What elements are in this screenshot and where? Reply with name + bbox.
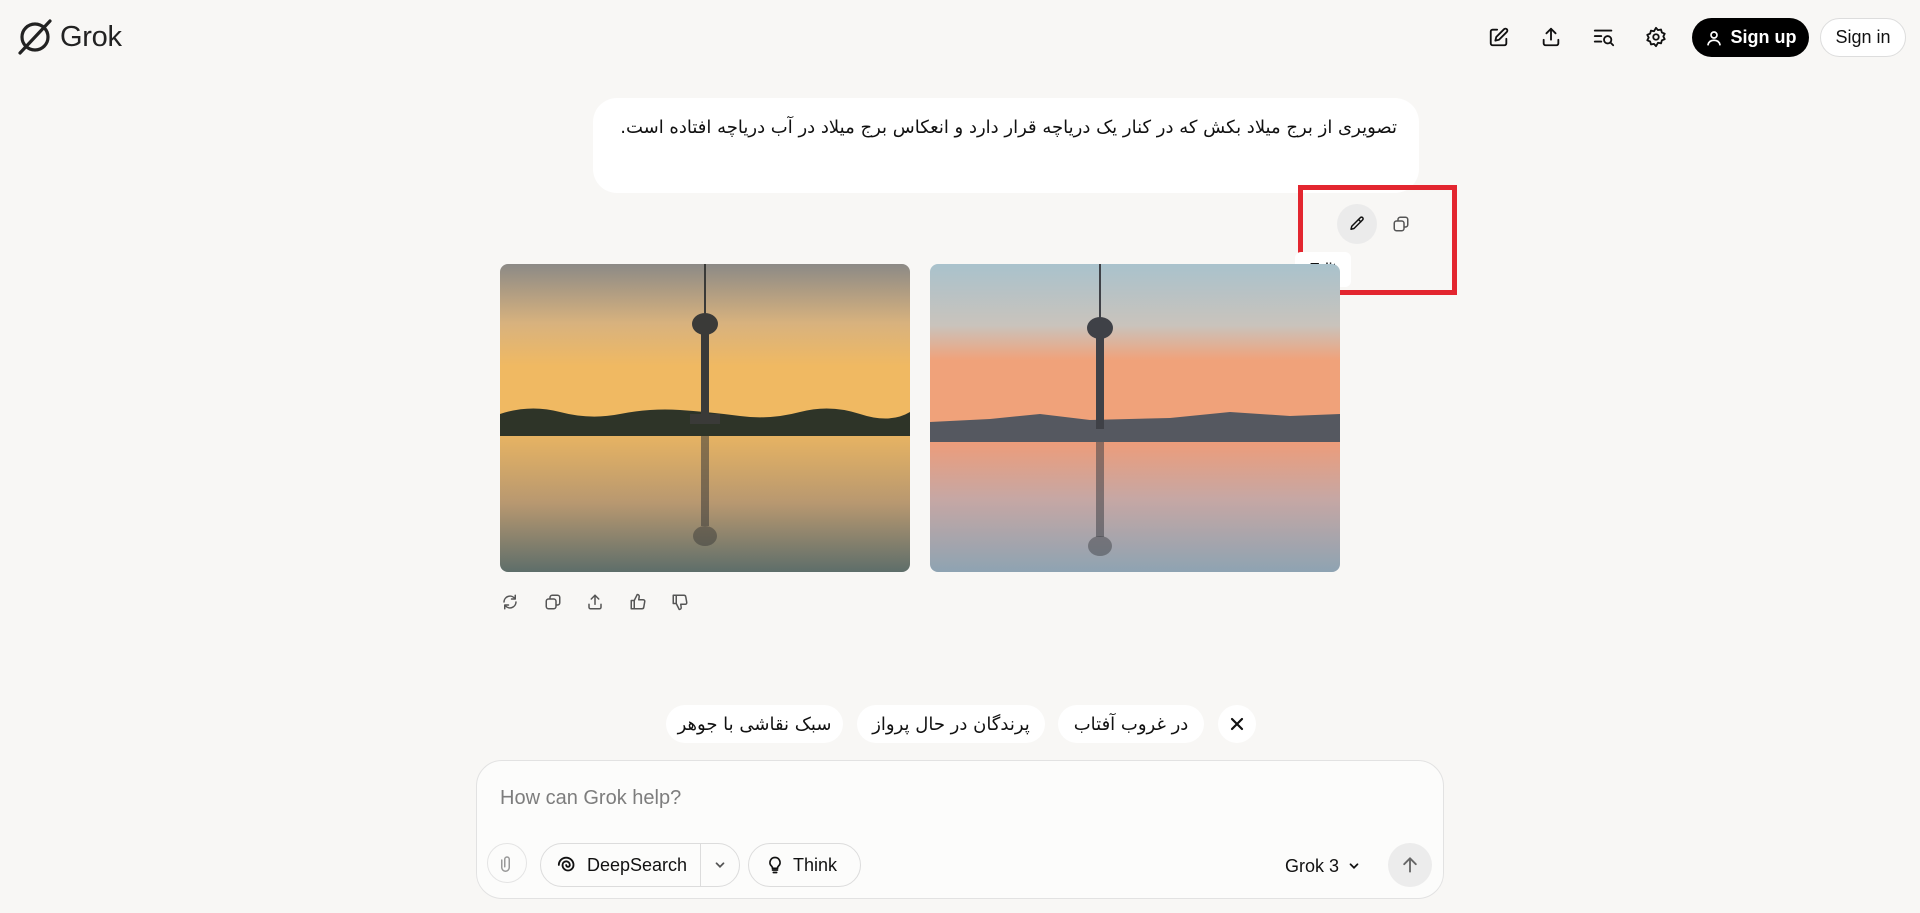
arrow-up-icon xyxy=(1403,857,1417,873)
suggestion-chip-birds-flying[interactable]: پرندگان در حال پرواز xyxy=(857,705,1045,743)
grok-logo-icon xyxy=(18,19,52,55)
deepsearch-label: DeepSearch xyxy=(587,854,688,875)
chevron-down-icon xyxy=(715,862,725,868)
prompt-input[interactable] xyxy=(500,783,1400,813)
generated-image-2[interactable] xyxy=(930,264,1340,572)
new-chat-icon[interactable] xyxy=(1483,21,1515,53)
thumbs-up-icon[interactable] xyxy=(626,590,650,614)
user-icon xyxy=(1706,30,1721,46)
settings-icon[interactable] xyxy=(1640,21,1672,53)
deepsearch-dropdown[interactable] xyxy=(701,844,739,886)
edit-message-button[interactable] xyxy=(1337,204,1377,244)
chevron-down-icon xyxy=(1349,863,1359,869)
top-bar: Grok Sign up Sign in xyxy=(0,0,1920,74)
think-label: Think xyxy=(793,854,838,875)
suggestion-chip-ink-painting[interactable]: سبک نقاشی با جوهر xyxy=(666,705,843,743)
app-name: Grok xyxy=(60,20,122,53)
deepsearch-main[interactable]: DeepSearch xyxy=(541,844,700,886)
copy-icon[interactable] xyxy=(541,590,565,614)
thumbs-down-icon[interactable] xyxy=(668,590,692,614)
attach-button[interactable] xyxy=(487,843,527,883)
copy-icon xyxy=(1393,216,1409,232)
sign-up-button[interactable]: Sign up xyxy=(1692,18,1809,57)
suggestion-chip-sunset[interactable]: در غروب آفتاب xyxy=(1058,705,1204,743)
model-label: Grok 3 xyxy=(1285,855,1340,876)
composer: DeepSearch Think Grok 3 xyxy=(476,760,1444,899)
share-icon[interactable] xyxy=(1535,21,1567,53)
share-icon[interactable] xyxy=(583,590,607,614)
sign-in-button[interactable]: Sign in xyxy=(1820,18,1906,57)
search-history-icon[interactable] xyxy=(1588,21,1620,53)
close-suggestions-button[interactable] xyxy=(1218,705,1256,743)
grok-logo[interactable]: Grok xyxy=(16,18,122,56)
deepsearch-button[interactable]: DeepSearch xyxy=(540,843,740,887)
lightbulb-icon xyxy=(769,856,781,874)
generated-image-1[interactable] xyxy=(500,264,910,572)
sign-up-label: Sign up xyxy=(1730,27,1797,47)
close-icon xyxy=(1230,717,1244,731)
regenerate-icon[interactable] xyxy=(498,590,522,614)
suggestion-chips: سبک نقاشی با جوهر پرندگان در حال پرواز د… xyxy=(0,705,1920,743)
send-button[interactable] xyxy=(1388,843,1432,887)
copy-message-button[interactable] xyxy=(1381,204,1421,244)
model-selector[interactable]: Grok 3 xyxy=(1285,851,1361,881)
pencil-icon xyxy=(1350,216,1364,230)
user-message-bubble: تصویری از برج میلاد بکش که در کنار یک در… xyxy=(593,98,1419,193)
deepsearch-icon xyxy=(557,856,575,872)
paperclip-icon xyxy=(501,856,510,872)
think-button[interactable]: Think xyxy=(748,843,861,887)
